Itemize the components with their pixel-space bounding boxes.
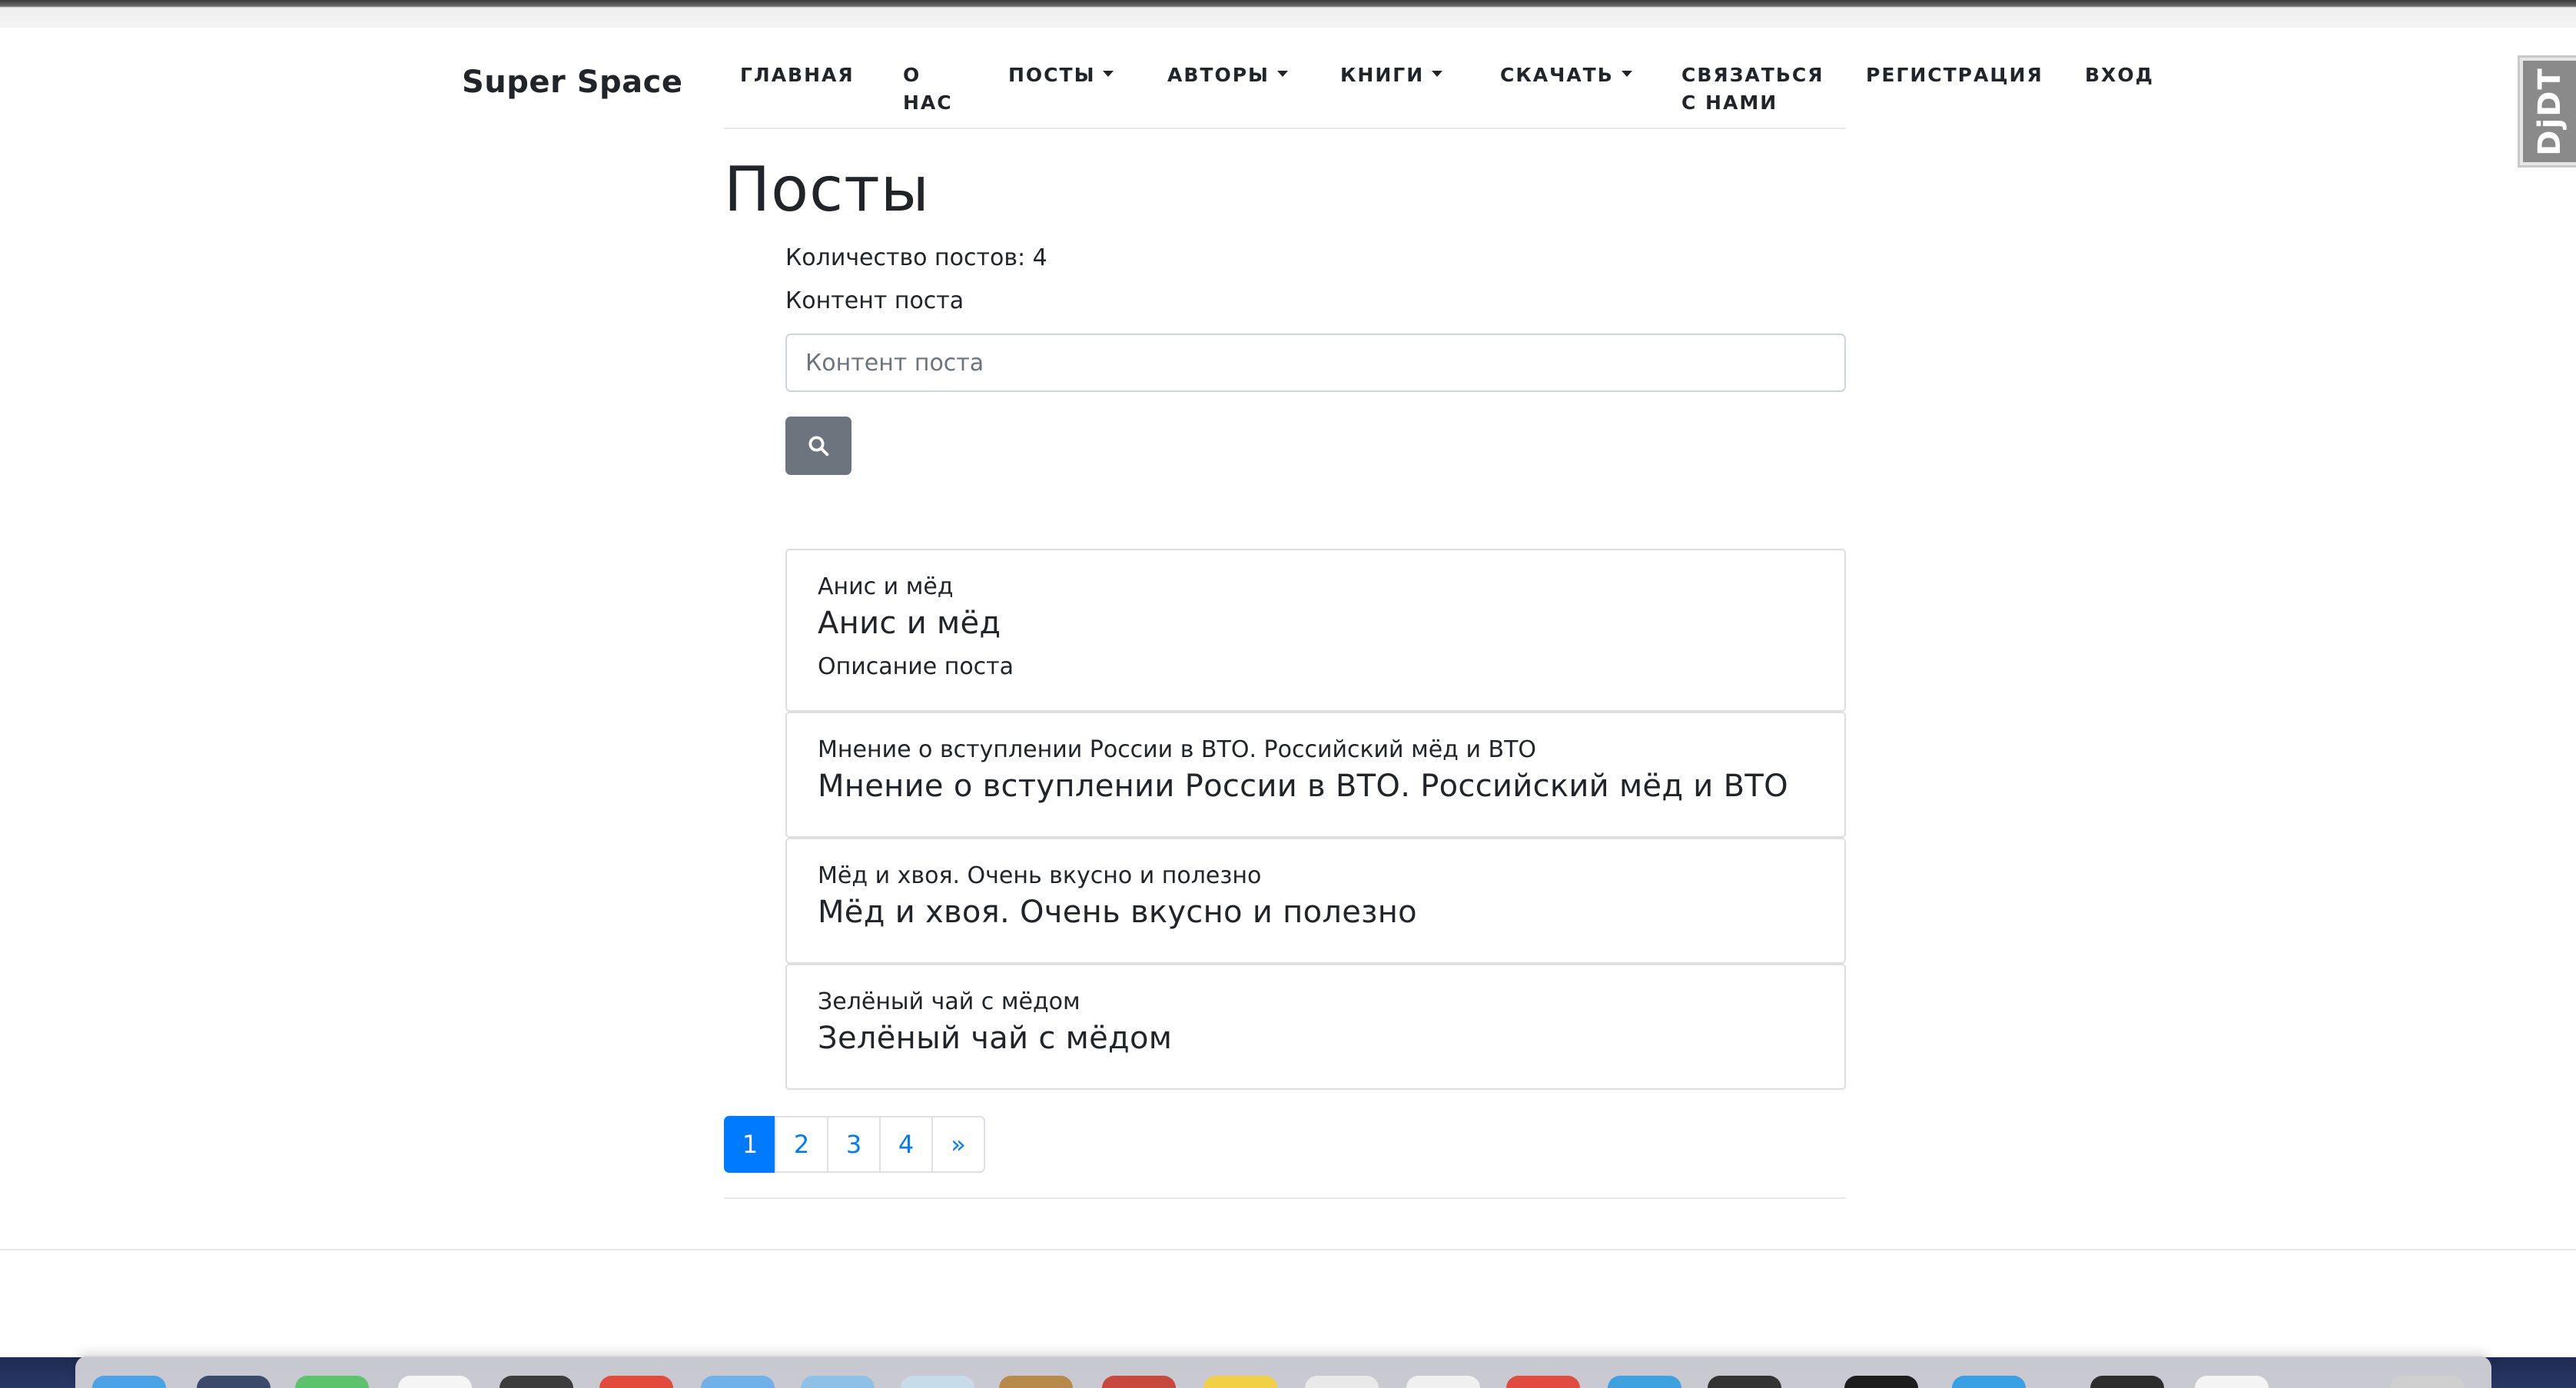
nav-register[interactable]: РЕГИСТРАЦИЯ bbox=[1866, 61, 2043, 89]
page-title: Посты bbox=[724, 154, 930, 225]
nav-contact-line2: С НАМИ bbox=[1681, 91, 1778, 114]
page-link-3[interactable]: 3 bbox=[827, 1116, 881, 1173]
post-card[interactable]: Мнение о вступлении России в ВТО. Россий… bbox=[785, 712, 1846, 838]
nav-home[interactable]: ГЛАВНАЯ bbox=[740, 61, 855, 89]
nav-posts-dropdown[interactable]: ПОСТЫ bbox=[1008, 61, 1114, 89]
nav-download-label: СКАЧАТЬ bbox=[1500, 64, 1614, 86]
search-icon bbox=[808, 436, 829, 457]
browser-top-strip bbox=[0, 0, 2576, 28]
page-link-4[interactable]: 4 bbox=[879, 1116, 933, 1173]
dock-app-icon[interactable] bbox=[801, 1376, 875, 1388]
dock-app-icon[interactable] bbox=[599, 1376, 673, 1388]
post-title[interactable]: Зелёный чай с мёдом bbox=[818, 1021, 1172, 1056]
content-divider bbox=[724, 1197, 1846, 1199]
post-subtitle: Зелёный чай с мёдом bbox=[818, 988, 1081, 1015]
dock-app-icon[interactable] bbox=[901, 1376, 974, 1388]
dock-app-icon[interactable] bbox=[398, 1376, 472, 1388]
caret-down-icon bbox=[1432, 71, 1443, 77]
caret-down-icon bbox=[1621, 71, 1632, 77]
navbar: Super Space ГЛАВНАЯ О НАС ПОСТЫ АВТОРЫ К… bbox=[0, 28, 2576, 128]
nav-books-label: КНИГИ bbox=[1340, 64, 1425, 86]
debug-toolbar-label: DjDT bbox=[2531, 67, 2568, 156]
post-title[interactable]: Мёд и хвоя. Очень вкусно и полезно bbox=[818, 895, 1417, 930]
pagination: 1 2 3 4 » bbox=[724, 1116, 985, 1173]
nav-contact-line1: СВЯЗАТЬСЯ bbox=[1681, 64, 1824, 86]
trash-icon[interactable] bbox=[2390, 1376, 2464, 1388]
debug-toolbar-handle[interactable]: DjDT bbox=[2518, 55, 2576, 168]
dock-app-icon[interactable] bbox=[2195, 1376, 2269, 1388]
dock-app-icon[interactable] bbox=[1608, 1376, 1681, 1388]
post-subtitle: Анис и мёд bbox=[818, 573, 954, 600]
nav-contact[interactable]: СВЯЗАТЬСЯ С НАМИ bbox=[1681, 61, 1824, 117]
dock-app-icon[interactable] bbox=[1708, 1376, 1781, 1388]
header-divider bbox=[724, 128, 1846, 129]
nav-about-line1: О bbox=[903, 64, 921, 86]
nav-download-dropdown[interactable]: СКАЧАТЬ bbox=[1500, 61, 1632, 89]
dock-app-icon[interactable] bbox=[1506, 1376, 1580, 1388]
post-card[interactable]: Мёд и хвоя. Очень вкусно и полезно Мёд и… bbox=[785, 838, 1846, 964]
dock-app-icon[interactable] bbox=[1952, 1376, 2026, 1388]
dock-app-icon[interactable] bbox=[2090, 1376, 2164, 1388]
post-description: Описание поста bbox=[818, 653, 1014, 680]
nav-books-dropdown[interactable]: КНИГИ bbox=[1340, 61, 1443, 89]
dock-app-icon[interactable] bbox=[1844, 1376, 1918, 1388]
dock-app-icon[interactable] bbox=[1203, 1376, 1277, 1388]
post-title[interactable]: Мнение о вступлении России в ВТО. Россий… bbox=[818, 769, 1788, 804]
brand-logo[interactable]: Super Space bbox=[462, 65, 682, 100]
page-link-1[interactable]: 1 bbox=[724, 1116, 776, 1173]
caret-down-icon bbox=[1103, 71, 1114, 77]
dock-app-icon[interactable] bbox=[701, 1376, 775, 1388]
nav-about[interactable]: О НАС bbox=[903, 61, 953, 117]
dock-app-icon[interactable] bbox=[1102, 1376, 1176, 1388]
post-title[interactable]: Анис и мёд bbox=[818, 606, 1001, 641]
dock-app-icon[interactable] bbox=[500, 1376, 573, 1388]
nav-authors-dropdown[interactable]: АВТОРЫ bbox=[1167, 61, 1288, 89]
dock-app-icon[interactable] bbox=[999, 1376, 1073, 1388]
nav-authors-label: АВТОРЫ bbox=[1167, 64, 1270, 86]
page-link-2[interactable]: 2 bbox=[775, 1116, 828, 1173]
post-subtitle: Мёд и хвоя. Очень вкусно и полезно bbox=[818, 862, 1262, 889]
nav-posts-label: ПОСТЫ bbox=[1008, 64, 1096, 86]
nav-about-line2: НАС bbox=[903, 91, 953, 114]
search-button[interactable] bbox=[785, 417, 851, 475]
post-subtitle: Мнение о вступлении России в ВТО. Россий… bbox=[818, 736, 1537, 763]
post-card[interactable]: Зелёный чай с мёдом Зелёный чай с мёдом bbox=[785, 964, 1846, 1090]
caret-down-icon bbox=[1276, 71, 1288, 77]
dock-app-icon[interactable] bbox=[295, 1376, 369, 1388]
footer-divider bbox=[0, 1249, 2576, 1250]
post-card[interactable]: Анис и мёд Анис и мёд Описание поста bbox=[785, 549, 1846, 712]
post-count: Количество постов: 4 bbox=[785, 244, 1047, 271]
dock-app-icon[interactable] bbox=[197, 1376, 271, 1388]
dock-app-icon[interactable] bbox=[1305, 1376, 1379, 1388]
page-next-link[interactable]: » bbox=[931, 1116, 985, 1173]
dock-app-icon[interactable] bbox=[92, 1376, 166, 1388]
search-label: Контент поста bbox=[785, 287, 964, 314]
dock-app-icon[interactable] bbox=[1406, 1376, 1480, 1388]
nav-login[interactable]: ВХОД bbox=[2085, 61, 2154, 89]
search-input[interactable] bbox=[785, 334, 1846, 392]
